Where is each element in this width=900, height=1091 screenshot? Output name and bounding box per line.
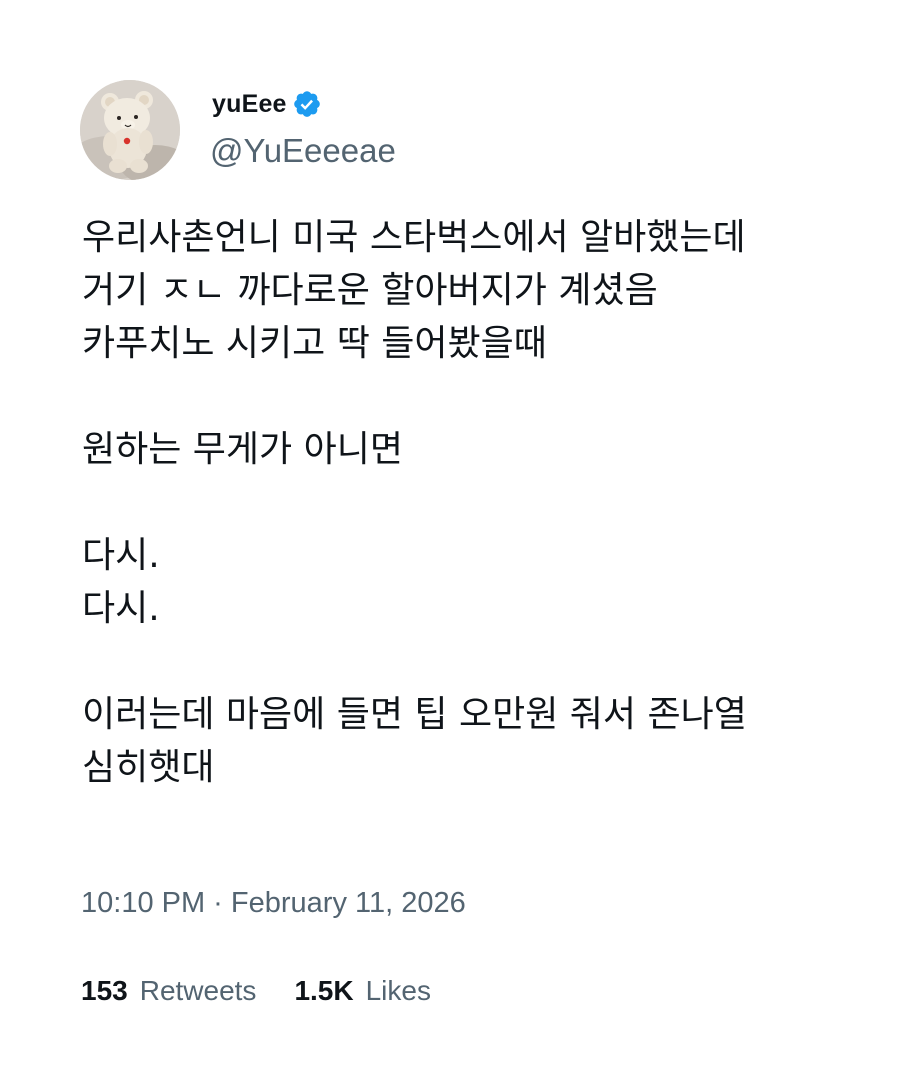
likes-stat[interactable]: 1.5K Likes	[294, 975, 431, 1007]
tweet-line: 이러는데 마음에 들면 팁 오만원 줘서 존나열	[82, 694, 747, 735]
tweet-card: yuEee @YuEeeeae 우리사촌언니 미국 스타벅스에서 알바했는데 거…	[0, 0, 900, 1091]
tweet-text: 우리사촌언니 미국 스타벅스에서 알바했는데 거기 ㅈㄴ 까다로운 할아버지가 …	[82, 211, 862, 794]
avatar[interactable]	[80, 80, 180, 180]
tweet-line: 심히햇대	[82, 747, 215, 788]
likes-count: 1.5K	[294, 975, 354, 1006]
display-name-row: yuEee	[212, 84, 322, 124]
display-name[interactable]: yuEee	[212, 90, 287, 119]
tweet-line: 다시.	[82, 588, 160, 629]
tweet-line: 원하는 무게가 아니면	[82, 429, 403, 470]
tweet-line: 거기 ㅈㄴ 까다로운 할아버지가 계셨음	[82, 270, 658, 311]
tweet-line: 카푸치노 시키고 딱 들어봤을때	[82, 323, 547, 364]
verified-badge-icon	[292, 89, 322, 119]
tweet-stats: 153 Retweets 1.5K Likes	[81, 975, 431, 1007]
tweet-line: 다시.	[82, 535, 160, 576]
tweet-line: 우리사촌언니 미국 스타벅스에서 알바했는데	[82, 217, 746, 258]
retweets-count: 153	[81, 975, 128, 1006]
likes-label: Likes	[365, 975, 431, 1006]
tweet-timestamp[interactable]: 10:10 PM · February 11, 2026	[81, 887, 466, 920]
retweets-label: Retweets	[139, 975, 257, 1006]
user-handle[interactable]: @YuEeeeae	[210, 132, 396, 170]
retweets-stat[interactable]: 153 Retweets	[81, 975, 256, 1007]
teddy-bear-icon	[80, 80, 180, 180]
